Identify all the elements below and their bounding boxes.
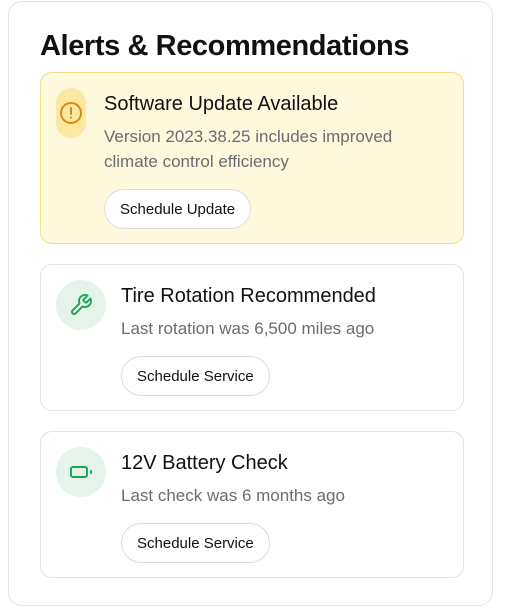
alert-card-tire-rotation: Tire Rotation Recommended Last rotation … bbox=[40, 264, 464, 411]
alert-title: Tire Rotation Recommended bbox=[121, 285, 376, 307]
alert-title: Software Update Available bbox=[104, 93, 339, 115]
alert-description: Last check was 6 months ago bbox=[121, 486, 345, 505]
battery-icon bbox=[70, 466, 92, 478]
alert-description: Last rotation was 6,500 miles ago bbox=[121, 319, 375, 338]
alert-title: 12V Battery Check bbox=[121, 452, 288, 474]
schedule-update-button[interactable]: Schedule Update bbox=[104, 189, 252, 229]
alert-icon-container bbox=[56, 88, 86, 138]
alert-circle-icon bbox=[60, 102, 82, 124]
alert-description: Version 2023.38.25 includes improved cli… bbox=[104, 127, 393, 171]
alert-card-battery-check: 12V Battery Check Last check was 6 month… bbox=[40, 431, 464, 578]
alerts-panel: Alerts & Recommendations Software Update… bbox=[8, 1, 493, 606]
panel-title: Alerts & Recommendations bbox=[40, 30, 410, 62]
schedule-service-button-battery[interactable]: Schedule Service bbox=[121, 523, 270, 563]
service-icon-container bbox=[56, 280, 106, 330]
alert-card-software-update: Software Update Available Version 2023.3… bbox=[40, 72, 464, 244]
service-icon-container bbox=[56, 447, 106, 497]
wrench-icon bbox=[71, 294, 92, 315]
schedule-service-button-tire[interactable]: Schedule Service bbox=[121, 356, 270, 396]
